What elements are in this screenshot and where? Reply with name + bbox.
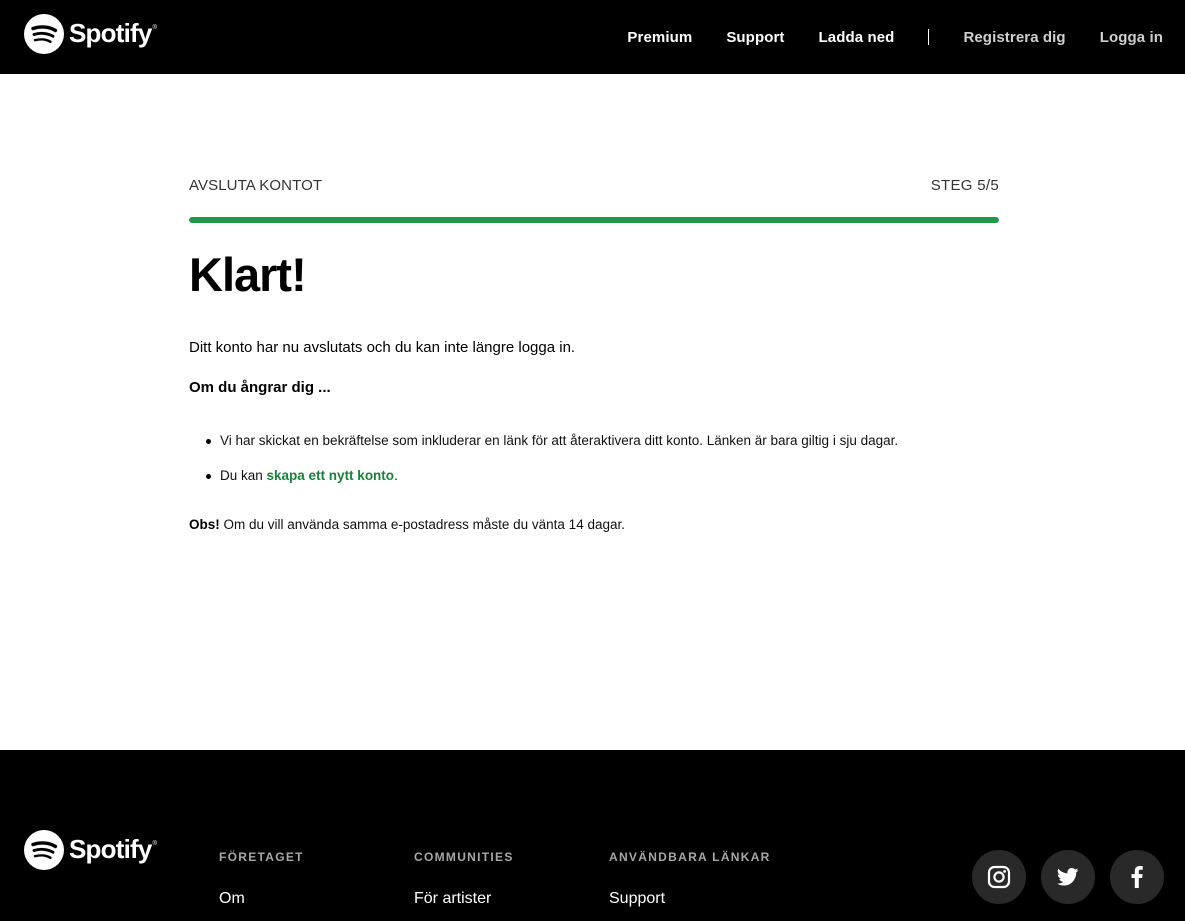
footer-heading-communities: COMMUNITIES	[414, 850, 514, 864]
list-item-reactivation: Vi har skickat en bekräftelse som inklud…	[189, 432, 999, 467]
footer-link-about[interactable]: Om	[219, 890, 304, 908]
footer-heading-company: FÖRETAGET	[219, 850, 304, 864]
twitter-icon	[1057, 868, 1079, 886]
twitter-button[interactable]	[1041, 850, 1095, 904]
new-account-prefix: Du kan	[220, 468, 267, 483]
note-text: Om du vill använda samma e-postadress må…	[219, 517, 625, 532]
footer-link-artists[interactable]: För artister	[414, 890, 514, 908]
email-note: Obs! Om du vill använda samma e-postadre…	[189, 517, 625, 532]
spotify-logo-icon	[24, 830, 64, 870]
footer-logo-wordmark: Spotify®	[69, 833, 157, 864]
confirmation-text: Ditt konto har nu avslutats och du kan i…	[189, 339, 576, 356]
footer-column-company: FÖRETAGET Om	[219, 850, 304, 908]
spotify-logo-link[interactable]: Spotify®	[24, 14, 157, 54]
logo-wordmark: Spotify®	[69, 17, 157, 48]
nav-support-link[interactable]: Support	[726, 29, 784, 46]
nav-login-link[interactable]: Logga in	[1100, 29, 1163, 46]
spotify-logo-icon	[24, 14, 64, 54]
regret-list: Vi har skickat en bekräftelse som inklud…	[189, 432, 999, 502]
step-counter: STEG 5/5	[930, 177, 999, 194]
site-header: Spotify® Premium Support Ladda ned Regis…	[0, 0, 1185, 74]
footer-heading-useful-links: ANVÄNDBARA LÄNKAR	[609, 850, 771, 864]
footer-column-communities: COMMUNITIES För artister	[414, 850, 514, 908]
site-footer: Spotify® FÖRETAGET Om COMMUNITIES För ar…	[0, 750, 1185, 921]
page-title: Klart!	[189, 248, 307, 301]
nav-signup-link[interactable]: Registrera dig	[963, 29, 1065, 46]
nav-divider	[928, 29, 930, 45]
progress-bar	[189, 217, 999, 223]
instagram-button[interactable]	[972, 850, 1026, 904]
step-header: AVSLUTA KONTOT STEG 5/5	[189, 177, 999, 197]
new-account-suffix: .	[394, 468, 398, 483]
footer-logo-link[interactable]: Spotify®	[24, 830, 157, 870]
facebook-icon	[1131, 866, 1143, 888]
reactivation-text: Vi har skickat en bekräftelse som inklud…	[220, 433, 899, 448]
instagram-icon	[987, 865, 1011, 889]
progress-bar-fill	[189, 217, 999, 223]
nav-download-link[interactable]: Ladda ned	[819, 29, 895, 46]
footer-column-useful-links: ANVÄNDBARA LÄNKAR Support	[609, 850, 771, 908]
footer-link-support[interactable]: Support	[609, 890, 771, 908]
facebook-button[interactable]	[1110, 850, 1164, 904]
flow-title: AVSLUTA KONTOT	[189, 177, 323, 194]
main-nav: Premium Support Ladda ned Registrera dig…	[627, 0, 1163, 74]
list-item-new-account: Du kan skapa ett nytt konto.	[189, 467, 999, 502]
nav-premium-link[interactable]: Premium	[627, 29, 692, 46]
create-new-account-link[interactable]: skapa ett nytt konto	[267, 468, 395, 483]
note-label: Obs!	[189, 517, 220, 532]
regret-heading: Om du ångrar dig ...	[189, 379, 331, 396]
